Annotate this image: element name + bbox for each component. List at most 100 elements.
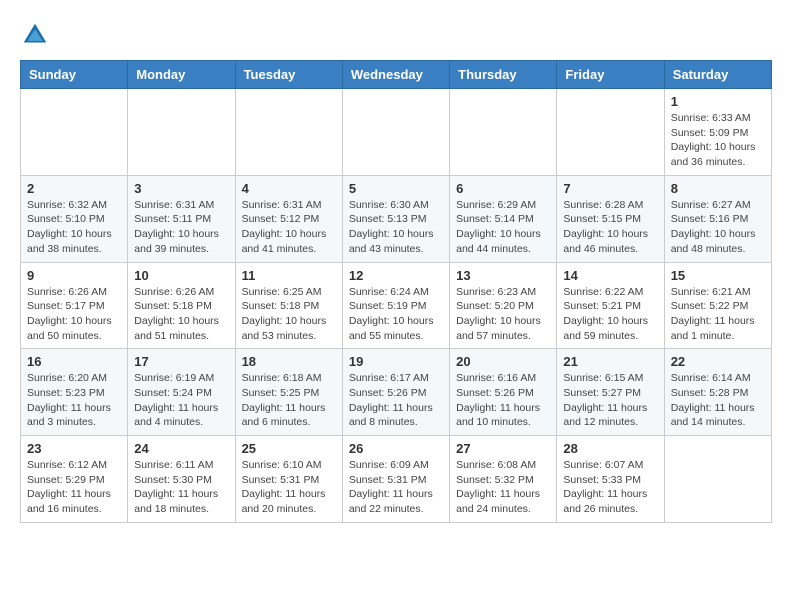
day-info: Sunrise: 6:27 AM Sunset: 5:16 PM Dayligh… <box>671 198 765 257</box>
column-header-wednesday: Wednesday <box>342 61 449 89</box>
calendar-cell: 8 Sunrise: 6:27 AM Sunset: 5:16 PM Daylig… <box>664 175 771 262</box>
day-number: 24 <box>134 441 228 456</box>
calendar-cell: 16 Sunrise: 6:20 AM Sunset: 5:23 PM Dayli… <box>21 349 128 436</box>
calendar-cell: 10 Sunrise: 6:26 AM Sunset: 5:18 PM Dayli… <box>128 262 235 349</box>
day-info: Sunrise: 6:28 AM Sunset: 5:15 PM Dayligh… <box>563 198 657 257</box>
calendar-week-row: 9 Sunrise: 6:26 AM Sunset: 5:17 PM Daylig… <box>21 262 772 349</box>
calendar-cell: 24 Sunrise: 6:11 AM Sunset: 5:30 PM Dayli… <box>128 436 235 523</box>
calendar-cell <box>128 89 235 176</box>
column-header-sunday: Sunday <box>21 61 128 89</box>
day-info: Sunrise: 6:23 AM Sunset: 5:20 PM Dayligh… <box>456 285 550 344</box>
calendar-cell: 4 Sunrise: 6:31 AM Sunset: 5:12 PM Daylig… <box>235 175 342 262</box>
calendar-cell: 19 Sunrise: 6:17 AM Sunset: 5:26 PM Dayli… <box>342 349 449 436</box>
calendar-cell: 6 Sunrise: 6:29 AM Sunset: 5:14 PM Daylig… <box>450 175 557 262</box>
calendar-cell: 11 Sunrise: 6:25 AM Sunset: 5:18 PM Dayli… <box>235 262 342 349</box>
day-info: Sunrise: 6:07 AM Sunset: 5:33 PM Dayligh… <box>563 458 657 517</box>
day-number: 18 <box>242 354 336 369</box>
day-info: Sunrise: 6:32 AM Sunset: 5:10 PM Dayligh… <box>27 198 121 257</box>
calendar-week-row: 16 Sunrise: 6:20 AM Sunset: 5:23 PM Dayli… <box>21 349 772 436</box>
calendar-cell: 18 Sunrise: 6:18 AM Sunset: 5:25 PM Dayli… <box>235 349 342 436</box>
day-info: Sunrise: 6:10 AM Sunset: 5:31 PM Dayligh… <box>242 458 336 517</box>
day-info: Sunrise: 6:16 AM Sunset: 5:26 PM Dayligh… <box>456 371 550 430</box>
calendar-cell <box>235 89 342 176</box>
calendar-cell: 25 Sunrise: 6:10 AM Sunset: 5:31 PM Dayli… <box>235 436 342 523</box>
calendar-week-row: 2 Sunrise: 6:32 AM Sunset: 5:10 PM Daylig… <box>21 175 772 262</box>
day-info: Sunrise: 6:20 AM Sunset: 5:23 PM Dayligh… <box>27 371 121 430</box>
day-number: 3 <box>134 181 228 196</box>
day-info: Sunrise: 6:11 AM Sunset: 5:30 PM Dayligh… <box>134 458 228 517</box>
calendar-cell <box>664 436 771 523</box>
day-info: Sunrise: 6:24 AM Sunset: 5:19 PM Dayligh… <box>349 285 443 344</box>
day-info: Sunrise: 6:31 AM Sunset: 5:12 PM Dayligh… <box>242 198 336 257</box>
calendar-cell: 15 Sunrise: 6:21 AM Sunset: 5:22 PM Dayli… <box>664 262 771 349</box>
calendar-cell <box>342 89 449 176</box>
calendar-cell: 23 Sunrise: 6:12 AM Sunset: 5:29 PM Dayli… <box>21 436 128 523</box>
day-info: Sunrise: 6:29 AM Sunset: 5:14 PM Dayligh… <box>456 198 550 257</box>
day-number: 25 <box>242 441 336 456</box>
day-info: Sunrise: 6:25 AM Sunset: 5:18 PM Dayligh… <box>242 285 336 344</box>
calendar-cell <box>21 89 128 176</box>
day-number: 15 <box>671 268 765 283</box>
calendar-cell: 5 Sunrise: 6:30 AM Sunset: 5:13 PM Daylig… <box>342 175 449 262</box>
day-number: 5 <box>349 181 443 196</box>
day-number: 2 <box>27 181 121 196</box>
day-info: Sunrise: 6:31 AM Sunset: 5:11 PM Dayligh… <box>134 198 228 257</box>
day-number: 9 <box>27 268 121 283</box>
calendar-cell: 7 Sunrise: 6:28 AM Sunset: 5:15 PM Daylig… <box>557 175 664 262</box>
calendar-cell: 26 Sunrise: 6:09 AM Sunset: 5:31 PM Dayli… <box>342 436 449 523</box>
day-number: 23 <box>27 441 121 456</box>
day-info: Sunrise: 6:09 AM Sunset: 5:31 PM Dayligh… <box>349 458 443 517</box>
day-info: Sunrise: 6:18 AM Sunset: 5:25 PM Dayligh… <box>242 371 336 430</box>
day-info: Sunrise: 6:21 AM Sunset: 5:22 PM Dayligh… <box>671 285 765 344</box>
day-number: 4 <box>242 181 336 196</box>
day-number: 19 <box>349 354 443 369</box>
day-number: 13 <box>456 268 550 283</box>
day-number: 7 <box>563 181 657 196</box>
day-number: 28 <box>563 441 657 456</box>
calendar-cell: 13 Sunrise: 6:23 AM Sunset: 5:20 PM Dayli… <box>450 262 557 349</box>
calendar-cell: 20 Sunrise: 6:16 AM Sunset: 5:26 PM Dayli… <box>450 349 557 436</box>
day-number: 14 <box>563 268 657 283</box>
logo-icon <box>20 20 50 50</box>
day-number: 11 <box>242 268 336 283</box>
calendar-cell: 28 Sunrise: 6:07 AM Sunset: 5:33 PM Dayli… <box>557 436 664 523</box>
calendar-table: SundayMondayTuesdayWednesdayThursdayFrid… <box>20 60 772 523</box>
column-header-friday: Friday <box>557 61 664 89</box>
calendar-week-row: 23 Sunrise: 6:12 AM Sunset: 5:29 PM Dayli… <box>21 436 772 523</box>
calendar-cell: 14 Sunrise: 6:22 AM Sunset: 5:21 PM Dayli… <box>557 262 664 349</box>
column-header-thursday: Thursday <box>450 61 557 89</box>
day-number: 8 <box>671 181 765 196</box>
day-info: Sunrise: 6:33 AM Sunset: 5:09 PM Dayligh… <box>671 111 765 170</box>
calendar-cell: 2 Sunrise: 6:32 AM Sunset: 5:10 PM Daylig… <box>21 175 128 262</box>
day-info: Sunrise: 6:19 AM Sunset: 5:24 PM Dayligh… <box>134 371 228 430</box>
calendar-cell <box>557 89 664 176</box>
column-header-saturday: Saturday <box>664 61 771 89</box>
column-header-monday: Monday <box>128 61 235 89</box>
day-info: Sunrise: 6:26 AM Sunset: 5:18 PM Dayligh… <box>134 285 228 344</box>
calendar-header-row: SundayMondayTuesdayWednesdayThursdayFrid… <box>21 61 772 89</box>
calendar-week-row: 1 Sunrise: 6:33 AM Sunset: 5:09 PM Daylig… <box>21 89 772 176</box>
day-number: 6 <box>456 181 550 196</box>
page-header <box>20 20 772 50</box>
day-info: Sunrise: 6:14 AM Sunset: 5:28 PM Dayligh… <box>671 371 765 430</box>
day-info: Sunrise: 6:15 AM Sunset: 5:27 PM Dayligh… <box>563 371 657 430</box>
column-header-tuesday: Tuesday <box>235 61 342 89</box>
calendar-cell: 21Sunrise: 6:15 AM Sunset: 5:27 PM Dayli… <box>557 349 664 436</box>
calendar-cell: 3 Sunrise: 6:31 AM Sunset: 5:11 PM Daylig… <box>128 175 235 262</box>
day-number: 20 <box>456 354 550 369</box>
day-number: 12 <box>349 268 443 283</box>
day-info: Sunrise: 6:26 AM Sunset: 5:17 PM Dayligh… <box>27 285 121 344</box>
day-number: 16 <box>27 354 121 369</box>
day-info: Sunrise: 6:17 AM Sunset: 5:26 PM Dayligh… <box>349 371 443 430</box>
day-info: Sunrise: 6:22 AM Sunset: 5:21 PM Dayligh… <box>563 285 657 344</box>
day-info: Sunrise: 6:12 AM Sunset: 5:29 PM Dayligh… <box>27 458 121 517</box>
day-number: 1 <box>671 94 765 109</box>
day-number: 26 <box>349 441 443 456</box>
calendar-cell <box>450 89 557 176</box>
calendar-cell: 17 Sunrise: 6:19 AM Sunset: 5:24 PM Dayli… <box>128 349 235 436</box>
day-number: 10 <box>134 268 228 283</box>
logo <box>20 20 54 50</box>
day-number: 17 <box>134 354 228 369</box>
day-info: Sunrise: 6:30 AM Sunset: 5:13 PM Dayligh… <box>349 198 443 257</box>
calendar-cell: 9 Sunrise: 6:26 AM Sunset: 5:17 PM Daylig… <box>21 262 128 349</box>
